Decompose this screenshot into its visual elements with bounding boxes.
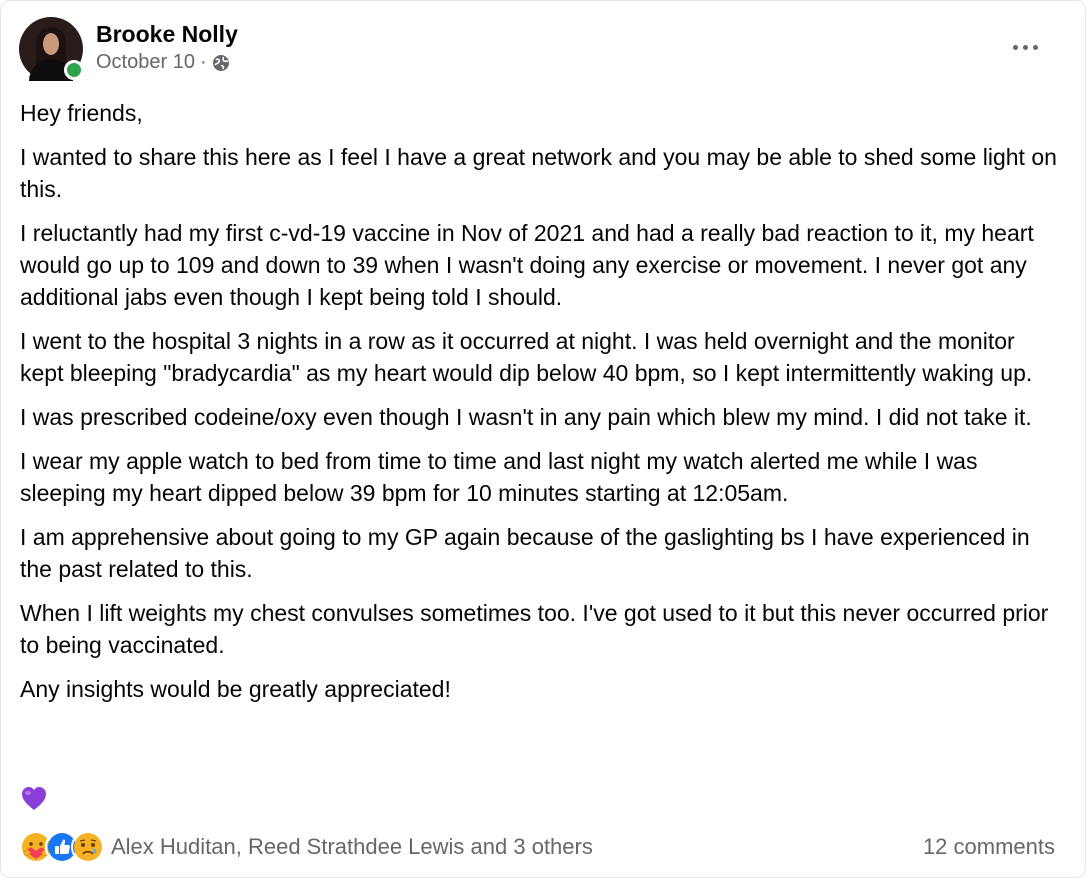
post-header: Brooke Nolly October 10 · — [19, 17, 238, 81]
post-paragraph: I was prescribed codeine/oxy even though… — [20, 404, 1032, 430]
post-paragraph: I wanted to share this here as I feel I … — [20, 144, 1057, 202]
post-paragraph: Hey friends, — [20, 100, 143, 126]
post-paragraph: When I lift weights my chest convulses s… — [20, 600, 1049, 658]
post-paragraph: I am apprehensive about going to my GP a… — [20, 524, 1030, 582]
purple-heart-emoji — [20, 785, 48, 813]
post-paragraph: I wear my apple watch to bed from time t… — [20, 448, 978, 506]
online-status-icon — [64, 60, 84, 80]
reaction-icons — [19, 830, 105, 864]
post-paragraph: Any insights would be greatly appreciate… — [20, 676, 451, 702]
post-body: Hey friends, I wanted to share this here… — [20, 97, 1060, 717]
author-name[interactable]: Brooke Nolly — [96, 19, 238, 49]
post-date[interactable]: October 10 — [96, 51, 195, 74]
post-paragraph: I reluctantly had my first c-vd-19 vacci… — [20, 220, 1034, 310]
date-separator: · — [199, 51, 207, 73]
more-options-icon[interactable] — [1007, 29, 1043, 65]
post-meta: Brooke Nolly October 10 · — [96, 19, 238, 74]
reactions-summary[interactable]: Alex Huditan, Reed Strathdee Lewis and 3… — [19, 830, 593, 864]
reaction-names[interactable]: Alex Huditan, Reed Strathdee Lewis and 3… — [111, 834, 593, 860]
post-paragraph: I went to the hospital 3 nights in a row… — [20, 328, 1033, 386]
comments-count[interactable]: 12 comments — [923, 834, 1055, 860]
post-footer: Alex Huditan, Reed Strathdee Lewis and 3… — [19, 829, 1055, 865]
post-subline: October 10 · — [96, 51, 238, 74]
sad-reaction-icon — [71, 830, 105, 864]
avatar[interactable] — [19, 17, 84, 81]
post-card: Brooke Nolly October 10 · Hey friends, I… — [0, 0, 1086, 878]
globe-icon — [212, 54, 230, 72]
